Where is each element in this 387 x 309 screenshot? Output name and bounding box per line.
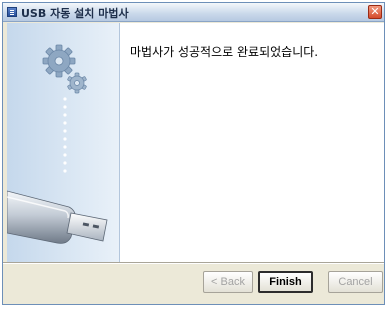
button-separator [3, 262, 384, 264]
wizard-side-panel [6, 23, 120, 262]
wizard-window: USB 자동 설치 마법사 ✕ 마법사가 성공적으로 완료되었습니다. < Ba… [2, 2, 385, 305]
wizard-illustration [6, 44, 108, 244]
title-bar[interactable]: USB 자동 설치 마법사 ✕ [3, 3, 384, 22]
close-icon[interactable]: ✕ [368, 5, 382, 19]
cancel-button[interactable]: Cancel [328, 271, 383, 293]
back-button[interactable]: < Back [203, 271, 253, 293]
dotted-line [63, 97, 67, 173]
window-title: USB 자동 설치 마법사 [21, 7, 129, 20]
gears-icon [42, 44, 87, 94]
completion-message: 마법사가 성공적으로 완료되었습니다. [130, 45, 319, 59]
wizard-content: 마법사가 성공적으로 완료되었습니다. [120, 23, 384, 262]
finish-button[interactable]: Finish [258, 271, 313, 293]
usb-drive-icon [6, 190, 108, 244]
wizard-app-icon [7, 7, 17, 17]
